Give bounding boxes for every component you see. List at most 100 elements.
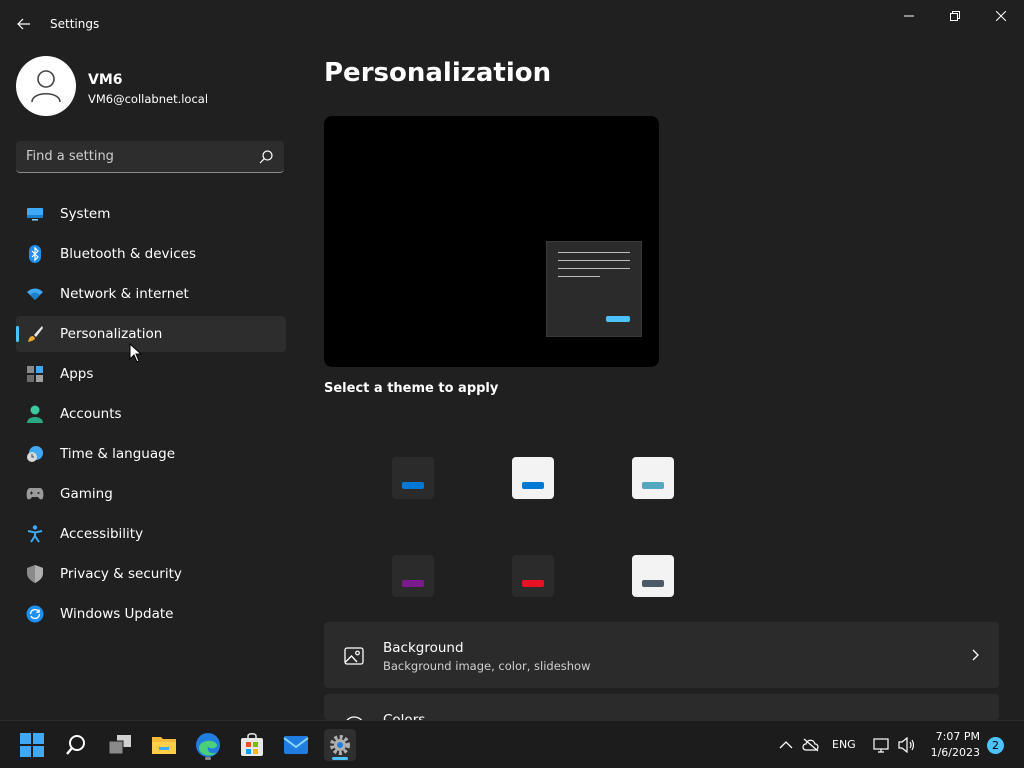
network-tray-button[interactable] — [872, 735, 892, 755]
sidebar-item-apps[interactable]: Apps — [16, 356, 286, 392]
title-bar: Settings — [0, 0, 1024, 48]
mail-button[interactable] — [280, 729, 312, 761]
task-view-icon — [108, 735, 131, 755]
theme-option-4[interactable] — [392, 555, 434, 597]
accessibility-icon — [26, 525, 44, 543]
start-button[interactable] — [16, 729, 48, 761]
task-view-button[interactable] — [104, 729, 136, 761]
app-title: Settings — [50, 17, 100, 31]
sidebar-item-accounts[interactable]: Accounts — [16, 396, 286, 432]
theme-accent-bar — [522, 580, 544, 587]
card-title: Background — [383, 640, 464, 656]
user-profile[interactable]: VM6 VM6@collabnet.local — [16, 56, 286, 118]
theme-option-5[interactable] — [512, 555, 554, 597]
update-icon — [26, 605, 44, 623]
background-settings-card[interactable]: Background Background image, color, slid… — [324, 622, 999, 688]
sidebar-item-system[interactable]: System — [16, 196, 286, 232]
card-subtitle: Background image, color, slideshow — [383, 659, 591, 673]
preview-window — [546, 241, 642, 337]
close-icon — [996, 11, 1006, 21]
sidebar-item-label: Accounts — [60, 406, 122, 422]
sidebar-item-label: System — [60, 206, 111, 222]
sidebar-item-personalization[interactable]: Personalization — [16, 316, 286, 352]
theme-section-label: Select a theme to apply — [324, 381, 499, 396]
avatar — [16, 56, 76, 116]
clock[interactable]: 7:07 PM 1/6/2023 — [930, 729, 980, 761]
folder-icon — [152, 737, 176, 754]
preview-line — [558, 260, 630, 261]
sidebar-item-bluetooth[interactable]: Bluetooth & devices — [16, 236, 286, 272]
mail-icon — [283, 736, 309, 754]
sidebar-item-label: Accessibility — [60, 526, 144, 542]
windows-logo-icon — [20, 733, 44, 757]
theme-option-6[interactable] — [632, 555, 674, 597]
clock-globe-icon — [26, 445, 44, 463]
wifi-icon — [26, 285, 44, 303]
show-hidden-icons-button[interactable] — [776, 735, 796, 755]
theme-preview — [324, 116, 659, 367]
file-explorer-button[interactable] — [148, 729, 180, 761]
monitor-icon — [26, 205, 44, 223]
search-icon[interactable] — [258, 149, 274, 165]
running-indicator — [205, 757, 211, 760]
back-button[interactable] — [12, 12, 36, 36]
volume-tray-button[interactable] — [897, 735, 917, 755]
input-language-indicator[interactable]: ENG — [832, 738, 856, 751]
brush-icon — [26, 325, 44, 343]
theme-accent-bar — [642, 482, 664, 489]
minimize-button[interactable] — [886, 4, 932, 28]
page-title: Personalization — [324, 58, 552, 88]
preview-line — [558, 268, 630, 269]
theme-option-3[interactable] — [632, 457, 674, 499]
preview-button — [606, 316, 630, 322]
sidebar-item-windows-update[interactable]: Windows Update — [16, 596, 286, 632]
sidebar-item-label: Gaming — [60, 486, 113, 502]
sidebar-item-network[interactable]: Network & internet — [16, 276, 286, 312]
sidebar-item-label: Privacy & security — [60, 566, 182, 582]
speaker-icon — [898, 737, 915, 753]
user-name: VM6 — [88, 72, 123, 88]
preview-line — [558, 276, 600, 277]
theme-option-2[interactable] — [512, 457, 554, 499]
close-button[interactable] — [978, 4, 1024, 28]
back-arrow-icon — [17, 18, 30, 30]
search-input[interactable] — [26, 141, 246, 172]
cloud-off-icon — [802, 738, 819, 752]
network-icon — [873, 738, 889, 753]
person-icon — [26, 405, 44, 423]
sidebar-item-label: Time & language — [60, 446, 176, 462]
clock-time: 7:07 PM — [935, 730, 980, 743]
user-avatar-icon — [31, 70, 61, 103]
apps-icon — [26, 365, 44, 383]
theme-accent-bar — [522, 482, 544, 489]
sidebar-item-accessibility[interactable]: Accessibility — [16, 516, 286, 552]
theme-option-1[interactable] — [392, 457, 434, 499]
gear-icon — [330, 735, 350, 755]
shield-icon — [26, 565, 44, 583]
bluetooth-icon — [26, 245, 44, 263]
colors-settings-card[interactable]: Colors — [324, 694, 999, 720]
microsoft-store-button[interactable] — [236, 729, 268, 761]
taskbar: ENG 7:07 PM 1/6/2023 2 — [0, 720, 1024, 768]
store-icon — [241, 733, 263, 756]
sidebar-nav: System Bluetooth & devices Network & int… — [16, 196, 286, 636]
edge-browser-icon — [196, 733, 220, 757]
settings-taskbar-button[interactable] — [324, 729, 356, 761]
sidebar-item-privacy-security[interactable]: Privacy & security — [16, 556, 286, 592]
notification-badge[interactable]: 2 — [987, 737, 1004, 754]
chevron-up-icon — [779, 741, 793, 749]
restore-button[interactable] — [932, 4, 978, 28]
sidebar-item-gaming[interactable]: Gaming — [16, 476, 286, 512]
minimize-icon — [904, 15, 914, 17]
mouse-cursor-icon — [129, 343, 143, 363]
search-box[interactable] — [16, 141, 284, 173]
image-icon — [344, 647, 364, 665]
onedrive-tray-button[interactable] — [801, 735, 821, 755]
active-indicator — [332, 757, 348, 760]
edge-browser-button[interactable] — [192, 729, 224, 761]
sidebar-item-label: Bluetooth & devices — [60, 246, 197, 262]
sidebar-item-time-language[interactable]: Time & language — [16, 436, 286, 472]
taskbar-search-button[interactable] — [60, 729, 92, 761]
theme-accent-bar — [402, 482, 424, 489]
card-title: Colors — [383, 712, 426, 720]
